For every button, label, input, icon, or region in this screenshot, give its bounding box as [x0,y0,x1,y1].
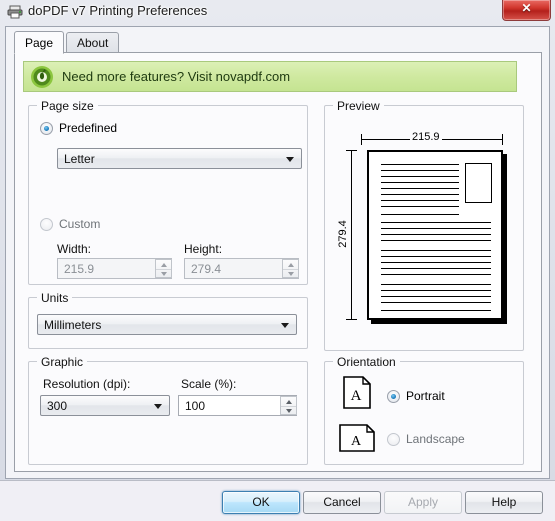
cancel-button-label: Cancel [323,495,361,509]
page-preview-sheet [367,150,503,320]
preview-group-title: Preview [333,99,384,113]
units-combo[interactable]: Millimeters [37,314,297,335]
window-title: doPDF v7 Printing Preferences [28,3,208,18]
page-size-group: Page size Predefined Letter Custom Width… [28,99,308,285]
predefined-page-size-value: Letter [64,152,95,166]
radio-portrait[interactable] [387,390,400,403]
tab-about-label: About [77,36,109,50]
graphic-group-title: Graphic [37,355,88,369]
width-value: 215.9 [64,262,95,276]
portrait-page-icon: A [343,376,371,412]
svg-text:A: A [351,388,362,404]
predefined-page-size-combo[interactable]: Letter [57,148,302,169]
promo-banner-text: Need more features? Visit novapdf.com [62,69,291,84]
help-button-label: Help [491,495,517,509]
help-button[interactable]: Help [465,491,543,514]
tab-page[interactable]: Page [14,31,65,54]
height-label: Height: [184,242,223,256]
units-value: Millimeters [44,318,102,332]
height-dimension-label: 279.4 [336,218,349,250]
ok-button-label: OK [252,495,270,509]
width-dimension-tick-right [502,134,503,145]
scale-label: Scale (%): [181,377,237,391]
height-dimension-tick-bottom [346,319,357,320]
scale-stepper[interactable] [280,396,297,415]
promo-banner[interactable]: Need more features? Visit novapdf.com [23,61,517,92]
width-label: Width: [57,242,92,256]
cancel-button[interactable]: Cancel [303,491,381,514]
client-area: Page About Need more features? Visit nov… [5,26,550,479]
radio-landscape-label: Landscape [406,432,465,446]
resolution-label: Resolution (dpi): [43,377,131,391]
width-dimension-tick-left [361,134,362,145]
radio-portrait-label: Portrait [406,389,445,403]
ok-button[interactable]: OK [222,491,300,514]
height-dimension-tick-top [346,150,357,151]
apply-button-label: Apply [407,495,439,509]
width-stepper-down-icon[interactable] [156,269,171,278]
units-group-title: Units [37,291,73,305]
resolution-combo[interactable]: 300 [40,395,170,416]
tab-about[interactable]: About [66,32,120,53]
resolution-value: 300 [47,399,68,413]
preview-image-block [465,163,492,203]
radio-custom-label: Custom [59,217,101,231]
width-dimension-label: 215.9 [410,131,442,143]
units-group: Units Millimeters [28,291,308,349]
printing-preferences-window: doPDF v7 Printing Preferences Page About [0,0,555,521]
title-bar: doPDF v7 Printing Preferences [0,0,555,25]
preview-group: Preview 215.9 279.4 [324,99,524,351]
chevron-down-icon [281,323,289,328]
radio-custom[interactable] [40,218,53,231]
page-size-group-title: Page size [37,99,98,113]
novapdf-logo-icon [30,65,54,89]
radio-landscape[interactable] [387,433,400,446]
chevron-down-icon [154,404,162,409]
tab-page-label: Page [25,36,54,50]
apply-button: Apply [384,491,462,514]
height-value: 279.4 [191,262,222,276]
height-stepper[interactable] [282,259,299,278]
printer-icon [7,5,23,19]
landscape-page-icon: A [339,424,375,455]
width-stepper[interactable] [155,259,172,278]
dialog-button-bar: OK Cancel Apply Help [0,480,555,521]
graphic-group: Graphic Resolution (dpi): 300 Scale (%):… [28,355,308,465]
scale-stepper-down-icon[interactable] [281,406,296,415]
height-dimension-line [351,150,352,320]
height-stepper-down-icon[interactable] [283,269,298,278]
svg-text:A: A [351,434,362,449]
radio-predefined[interactable] [40,122,53,135]
chevron-down-icon [286,157,294,162]
scale-value: 100 [185,399,206,413]
orientation-group-title: Orientation [333,355,400,369]
radio-predefined-label: Predefined [59,121,118,135]
close-button[interactable] [502,0,551,21]
orientation-group: Orientation A Portrait A Landscape [324,355,524,465]
